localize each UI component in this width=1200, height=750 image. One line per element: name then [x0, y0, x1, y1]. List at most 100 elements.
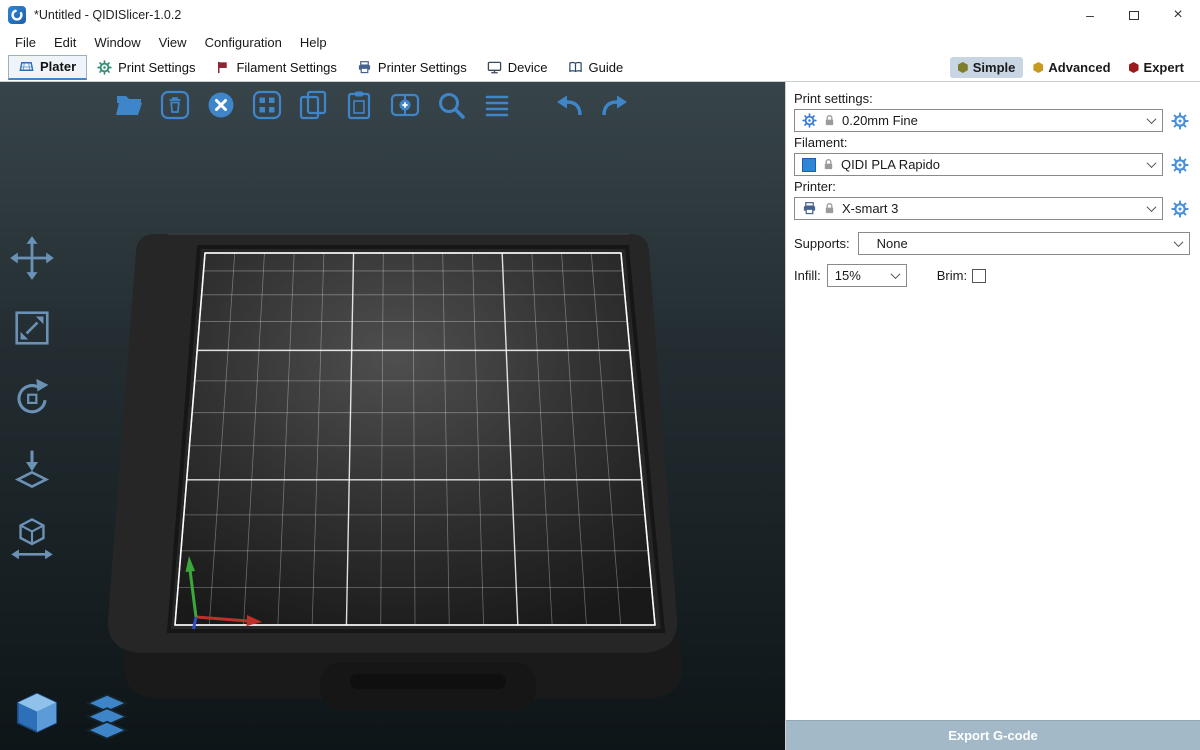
copy-button[interactable]: [296, 88, 330, 122]
chevron-down-icon: [1147, 114, 1157, 124]
tab-label: Printer Settings: [378, 60, 467, 75]
chevron-down-icon: [890, 269, 900, 279]
minimize-button[interactable]: –: [1068, 0, 1112, 30]
window-title: *Untitled - QIDISlicer-1.0.2: [34, 8, 181, 22]
mode-simple[interactable]: Simple: [950, 57, 1024, 78]
open-folder-icon: [113, 89, 145, 121]
tab-plater[interactable]: Plater: [8, 55, 87, 80]
move-icon: [8, 234, 56, 282]
brim-label: Brim:: [937, 268, 967, 283]
lock-icon: [822, 158, 835, 171]
export-gcode-button[interactable]: Export G-code: [786, 720, 1200, 750]
tab-label: Filament Settings: [236, 60, 336, 75]
undo-button[interactable]: [552, 88, 586, 122]
tab-printer-settings[interactable]: Printer Settings: [347, 57, 477, 79]
supports-combo[interactable]: None: [858, 232, 1190, 255]
printer-icon: [802, 201, 817, 216]
delete-button[interactable]: [158, 88, 192, 122]
paste-button[interactable]: [342, 88, 376, 122]
maximize-icon: [1129, 11, 1139, 20]
lock-icon: [823, 114, 836, 127]
tab-label: Plater: [40, 59, 76, 74]
print-bed: [0, 82, 785, 750]
filament-combo[interactable]: QIDI PLA Rapido: [794, 153, 1163, 176]
layers-preview-button[interactable]: [80, 688, 134, 742]
place-on-face-button[interactable]: [8, 444, 56, 492]
app-logo-icon: [8, 6, 26, 24]
mode-expert[interactable]: Expert: [1121, 57, 1192, 78]
measure-icon: [8, 514, 56, 562]
trash-icon: [159, 89, 191, 121]
maximize-button[interactable]: [1112, 0, 1156, 30]
close-button[interactable]: ×: [1156, 0, 1200, 30]
search-button[interactable]: [434, 88, 468, 122]
lock-icon: [823, 202, 836, 215]
3d-viewport[interactable]: [0, 82, 785, 750]
simple-mode-icon: [958, 62, 968, 73]
tab-print-settings[interactable]: Print Settings: [87, 57, 205, 79]
infill-combo[interactable]: 15%: [827, 264, 907, 287]
guide-book-icon: [568, 60, 583, 75]
gear-icon: [802, 113, 817, 128]
edit-print-settings-button[interactable]: [1170, 111, 1190, 131]
copy-icon: [297, 89, 329, 121]
chevron-down-icon: [1174, 237, 1184, 247]
edit-filament-button[interactable]: [1170, 155, 1190, 175]
print-settings-gear-icon: [97, 60, 112, 75]
menu-configuration[interactable]: Configuration: [196, 33, 291, 52]
move-gizmo-button[interactable]: [8, 234, 56, 282]
menu-view[interactable]: View: [150, 33, 196, 52]
menu-help[interactable]: Help: [291, 33, 336, 52]
tab-label: Guide: [589, 60, 624, 75]
title-bar: *Untitled - QIDISlicer-1.0.2 – ×: [0, 0, 1200, 30]
print-settings-label: Print settings:: [794, 91, 1190, 106]
scale-icon: [8, 304, 56, 352]
chevron-down-icon: [1147, 202, 1157, 212]
cube-3d-icon: [10, 688, 64, 742]
measure-button[interactable]: [8, 514, 56, 562]
open-file-button[interactable]: [112, 88, 146, 122]
tab-label: Print Settings: [118, 60, 195, 75]
tab-device[interactable]: Device: [477, 57, 558, 79]
filament-label: Filament:: [794, 135, 1190, 150]
gear-icon: [1171, 200, 1189, 218]
tab-bar: Plater Print Settings Filament Settings …: [0, 54, 1200, 82]
supports-value: None: [877, 236, 908, 251]
edit-printer-button[interactable]: [1170, 199, 1190, 219]
advanced-mode-icon: [1033, 62, 1043, 73]
search-icon: [435, 89, 467, 121]
expert-mode-icon: [1129, 62, 1139, 73]
redo-icon: [599, 89, 631, 121]
mode-advanced[interactable]: Advanced: [1025, 57, 1118, 78]
undo-icon: [553, 89, 585, 121]
scale-gizmo-button[interactable]: [8, 304, 56, 352]
redo-button[interactable]: [598, 88, 632, 122]
printer-combo[interactable]: X-smart 3: [794, 197, 1163, 220]
menu-file[interactable]: File: [6, 33, 45, 52]
arrange-icon: [251, 89, 283, 121]
brim-checkbox[interactable]: [972, 269, 986, 283]
menu-window[interactable]: Window: [85, 33, 149, 52]
tab-filament-settings[interactable]: Filament Settings: [205, 57, 346, 79]
place-on-face-icon: [8, 444, 56, 492]
menu-edit[interactable]: Edit: [45, 33, 85, 52]
paste-icon: [343, 89, 375, 121]
plater-icon: [19, 59, 34, 74]
delete-all-button[interactable]: [204, 88, 238, 122]
settings-sidebar: Print settings: 0.20mm Fine Filament: QI…: [785, 82, 1200, 750]
arrange-button[interactable]: [250, 88, 284, 122]
layer-list-icon: [481, 89, 513, 121]
device-monitor-icon: [487, 60, 502, 75]
chevron-down-icon: [1147, 158, 1157, 168]
viewport-toolbar: [112, 88, 632, 122]
gear-icon: [1171, 156, 1189, 174]
gear-icon: [1171, 112, 1189, 130]
layers-stack-icon: [80, 688, 134, 742]
3d-editor-view-button[interactable]: [10, 688, 64, 742]
tab-label: Device: [508, 60, 548, 75]
tab-guide[interactable]: Guide: [558, 57, 634, 79]
rotate-gizmo-button[interactable]: [8, 374, 56, 422]
split-to-parts-button[interactable]: [388, 88, 422, 122]
print-settings-combo[interactable]: 0.20mm Fine: [794, 109, 1163, 132]
variable-layer-height-button[interactable]: [480, 88, 514, 122]
